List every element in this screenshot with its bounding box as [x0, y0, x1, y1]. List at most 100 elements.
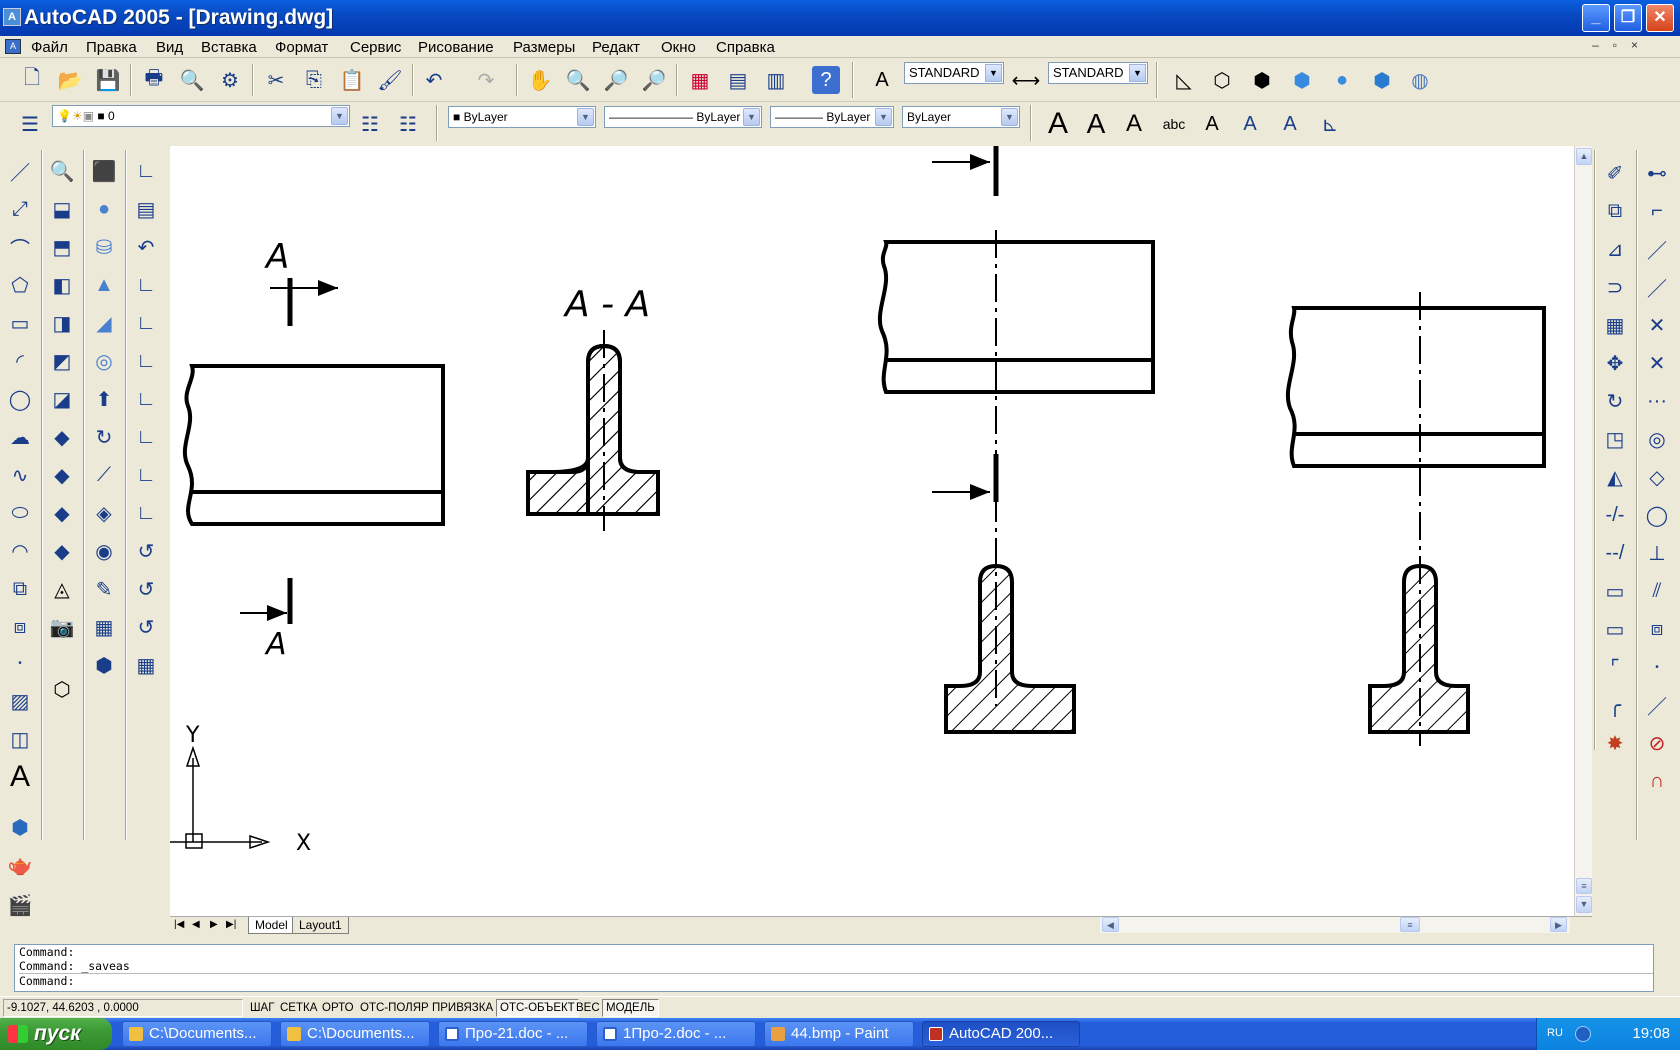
point-icon[interactable]: •: [3, 646, 37, 680]
sphere-icon[interactable]: ●: [87, 192, 121, 226]
array-icon[interactable]: ▦: [1598, 308, 1632, 342]
construction-line-icon[interactable]: ⤢: [3, 192, 37, 226]
command-prompt[interactable]: Command:: [19, 973, 1653, 988]
camera-icon[interactable]: 📷: [45, 610, 79, 644]
scroll-thumb[interactable]: ≡: [1576, 878, 1592, 894]
section-icon[interactable]: ◈: [87, 496, 121, 530]
tab-layout1[interactable]: Layout1: [292, 917, 349, 934]
properties-icon[interactable]: ▦: [684, 64, 716, 96]
snap-apparent-intersection-icon[interactable]: ／: [1640, 270, 1674, 304]
network-icon[interactable]: [1575, 1026, 1591, 1042]
extrude-icon[interactable]: ⬆: [87, 382, 121, 416]
snap-center-icon[interactable]: ✕: [1640, 346, 1674, 380]
wedge-icon[interactable]: ◢: [87, 306, 121, 340]
shaded-cube-icon[interactable]: ⬢: [1286, 64, 1318, 96]
dimension-style-combo[interactable]: STANDARD ▼: [1048, 62, 1148, 84]
snap-tangent-icon[interactable]: ◎: [1640, 422, 1674, 456]
bottom-view-icon[interactable]: ⬒: [45, 230, 79, 264]
document-window-controls[interactable]: –▫×: [1592, 38, 1652, 52]
horizontal-scrollbar[interactable]: ◀ ≡ ▶: [1100, 917, 1570, 933]
pan-icon[interactable]: ✋: [524, 64, 556, 96]
ucs-previous-icon[interactable]: ↶: [129, 230, 163, 264]
menu-file[interactable]: Файл: [31, 38, 68, 57]
stretch-icon[interactable]: ◭: [1598, 460, 1632, 494]
interfere-icon[interactable]: ◉: [87, 534, 121, 568]
zoom-realtime-icon[interactable]: 🔍: [562, 64, 594, 96]
linetype-combo[interactable]: ——————— ByLayer ▼: [604, 106, 762, 128]
revolve-icon[interactable]: ↻: [87, 420, 121, 454]
snap-point-icon[interactable]: •: [1640, 650, 1674, 684]
edit-text-icon[interactable]: A: [1118, 108, 1150, 140]
convert-distance-icon[interactable]: ⊾: [1314, 108, 1346, 140]
face-ucs-icon[interactable]: ∟: [129, 344, 163, 378]
undo-icon[interactable]: ↶: [418, 64, 450, 96]
tab-model[interactable]: Model: [248, 917, 295, 934]
nw-iso-view-icon[interactable]: ◆: [45, 534, 79, 568]
setup-profile-icon[interactable]: ⬢: [87, 648, 121, 682]
y-rotate-ucs-icon[interactable]: ↺: [129, 572, 163, 606]
zoom-window-icon[interactable]: 🔎: [600, 64, 632, 96]
scale-icon[interactable]: ◳: [1598, 422, 1632, 456]
3point-ucs-icon[interactable]: ∟: [129, 496, 163, 530]
autocad-app-icon[interactable]: A: [3, 8, 21, 26]
osnap-settings-icon[interactable]: ∩: [1640, 764, 1674, 798]
color-combo[interactable]: ■ ByLayer ▼: [448, 106, 596, 128]
3d-box-icon[interactable]: ⬢: [3, 810, 37, 844]
front-view-icon[interactable]: ◩: [45, 344, 79, 378]
view-ucs-icon[interactable]: ∟: [129, 382, 163, 416]
copy-icon[interactable]: ⎘: [298, 64, 330, 96]
break-at-point-icon[interactable]: ▭: [1598, 574, 1632, 608]
right-view-icon[interactable]: ◨: [45, 306, 79, 340]
otrack-toggle[interactable]: ОТС-ОБЪЕКТ: [496, 999, 579, 1017]
scroll-up-icon[interactable]: ▲: [1576, 148, 1592, 165]
snap-none-icon[interactable]: ／: [1640, 688, 1674, 722]
hscroll-thumb[interactable]: ≡: [1400, 917, 1420, 932]
snap-node-icon[interactable]: ⫽: [1640, 574, 1674, 608]
help-icon[interactable]: ?: [812, 66, 840, 94]
coordinates-display[interactable]: -9.1027, 44.6203 , 0.0000: [3, 999, 243, 1017]
3d-view-icon[interactable]: ⬡: [45, 672, 79, 706]
ucs-icon[interactable]: ∟: [129, 154, 163, 188]
snap-parallel-icon[interactable]: ◯: [1640, 498, 1674, 532]
arc-icon[interactable]: ◜: [3, 344, 37, 378]
snap-extension-icon[interactable]: ✕: [1640, 308, 1674, 342]
menu-modify[interactable]: Редакт: [592, 38, 640, 57]
gouraud-sphere-icon[interactable]: ◍: [1404, 64, 1436, 96]
3d-wire-cube-icon[interactable]: ⬢: [1246, 64, 1278, 96]
menu-insert[interactable]: Вставка: [201, 38, 257, 57]
paste-icon[interactable]: 📋: [336, 64, 368, 96]
slice-icon[interactable]: ⟋: [87, 458, 121, 492]
rotate-icon[interactable]: ↻: [1598, 384, 1632, 418]
wireframe-icon[interactable]: ⬡: [1206, 64, 1238, 96]
save-icon[interactable]: 💾: [92, 64, 124, 96]
layer-manager-icon[interactable]: ☰: [14, 108, 46, 140]
text-style-combo[interactable]: STANDARD ▼: [904, 62, 1004, 84]
publish-icon[interactable]: ⚙: [214, 64, 246, 96]
move-icon[interactable]: ✥: [1598, 346, 1632, 380]
hatch-icon[interactable]: ▨: [3, 684, 37, 718]
ne-iso-view-icon[interactable]: ◆: [45, 496, 79, 530]
justify-text-icon[interactable]: A: [1274, 108, 1306, 140]
trim-icon[interactable]: -/-: [1598, 498, 1632, 532]
top-view-icon[interactable]: ⬓: [45, 192, 79, 226]
render-clapboard-icon[interactable]: 🎬: [3, 888, 37, 922]
layer-combo[interactable]: 💡☀▣ ■ 0 ▼: [52, 105, 350, 127]
lineweight-combo[interactable]: ———— ByLayer ▼: [770, 106, 894, 128]
copy-object-icon[interactable]: ⧉: [1598, 194, 1632, 228]
spline-icon[interactable]: ∿: [3, 458, 37, 492]
tab-next-icon[interactable]: ▶: [210, 919, 218, 930]
scroll-down-icon[interactable]: ▼: [1576, 896, 1592, 913]
document-menu-icon[interactable]: A: [5, 39, 21, 54]
vertical-scrollbar[interactable]: ▲ ≡ ▼: [1574, 146, 1592, 916]
redo-icon[interactable]: ↷: [470, 64, 502, 96]
camera-view-icon[interactable]: ◬: [45, 572, 79, 606]
text-style-manager-icon[interactable]: A: [1196, 108, 1228, 140]
cut-icon[interactable]: ✂: [260, 64, 292, 96]
snap-insert-icon[interactable]: ⊥: [1640, 536, 1674, 570]
insert-block-icon[interactable]: ⧉: [3, 572, 37, 606]
text-style-icon[interactable]: A: [866, 64, 898, 96]
z-rotate-ucs-icon[interactable]: ↺: [129, 610, 163, 644]
origin-ucs-icon[interactable]: ∟: [129, 420, 163, 454]
lineweight-toggle[interactable]: ВЕС: [572, 999, 604, 1017]
snap-to-intersection-icon[interactable]: ／: [1640, 232, 1674, 266]
